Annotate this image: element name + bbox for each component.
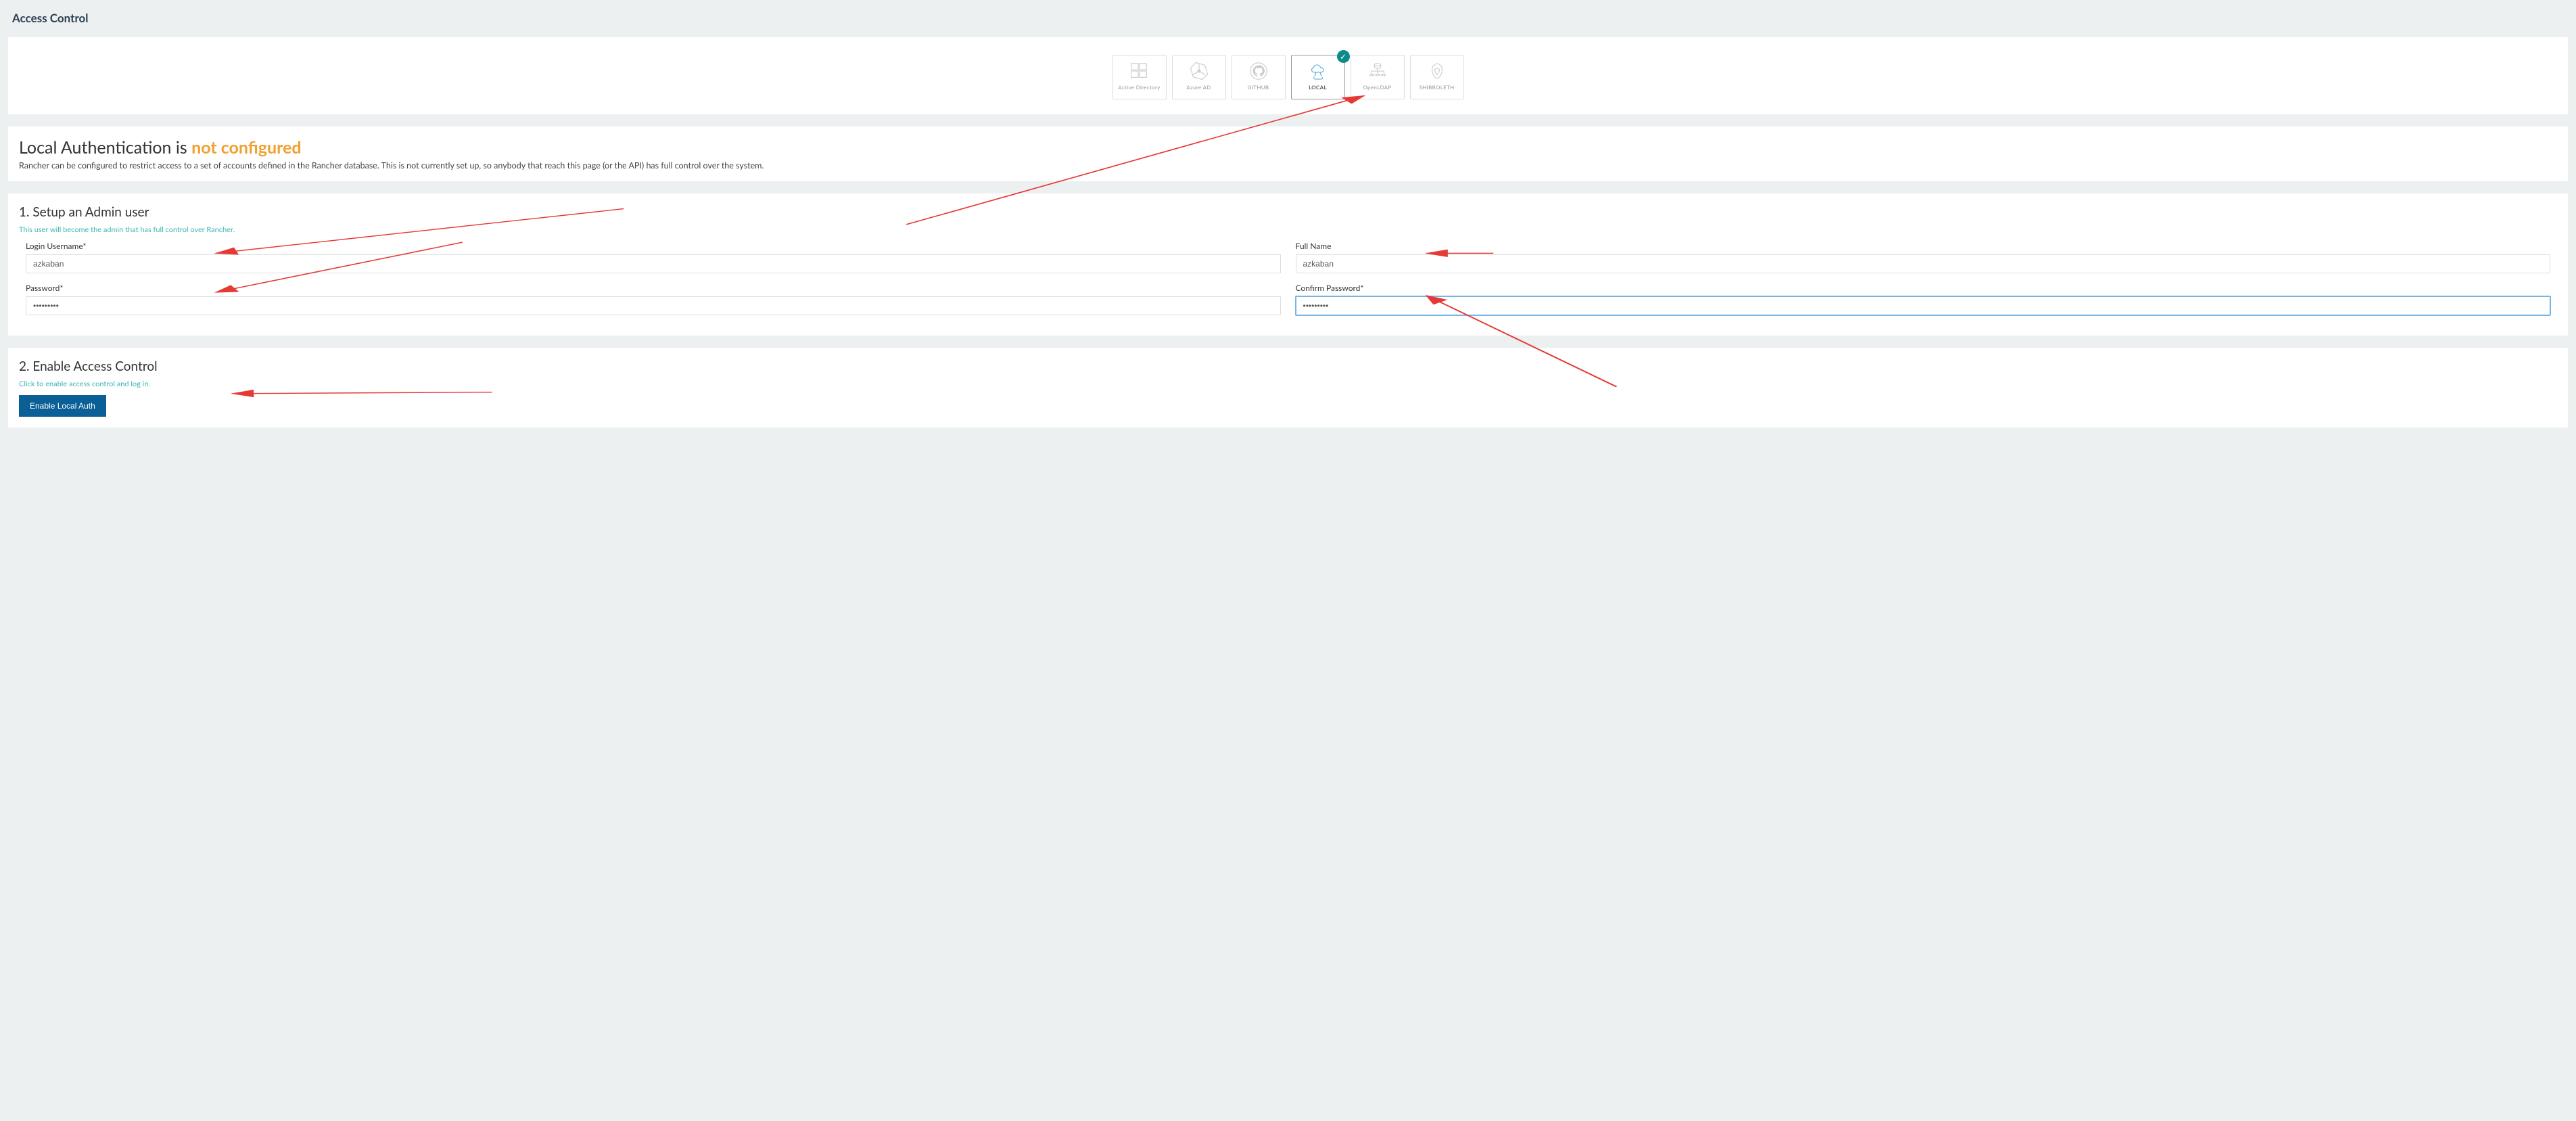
username-input[interactable]	[26, 254, 1281, 273]
step2-title: 2. Enable Access Control	[19, 359, 2557, 374]
page-title: Access Control	[12, 11, 2568, 25]
auth-tile-openldap[interactable]: OpenLDAP	[1351, 55, 1405, 99]
auth-tile-active-directory[interactable]: Active Directory	[1113, 55, 1167, 99]
ldap-tree-icon	[1367, 60, 1388, 83]
step2-panel: 2. Enable Access Control Click to enable…	[8, 348, 2568, 428]
username-label: Login Username*	[26, 241, 1281, 251]
shibboleth-icon	[1427, 60, 1447, 83]
github-icon	[1248, 60, 1269, 83]
password-input[interactable]	[26, 296, 1281, 315]
status-highlight: not configured	[191, 137, 301, 158]
step2-hint: Click to enable access control and log i…	[19, 380, 2557, 388]
check-icon: ✓	[1337, 50, 1350, 63]
auth-provider-panel: Active Directory Azure AD GITHUB ✓	[8, 37, 2568, 114]
tile-label: SHIBBOLETH	[1420, 84, 1455, 91]
enable-local-auth-button[interactable]: Enable Local Auth	[19, 395, 106, 417]
password-label: Password*	[26, 283, 1281, 293]
tile-label: Azure AD	[1186, 84, 1211, 91]
windows-icon	[1129, 60, 1150, 83]
tile-label: Active Directory	[1118, 84, 1160, 91]
confirm-password-label: Confirm Password*	[1296, 283, 2551, 293]
auth-tile-local[interactable]: ✓ LOCAL	[1291, 55, 1345, 99]
auth-tile-shibboleth[interactable]: SHIBBOLETH	[1410, 55, 1464, 99]
auth-tile-azure-ad[interactable]: Azure AD	[1172, 55, 1226, 99]
step1-panel: 1. Setup an Admin user This user will be…	[8, 193, 2568, 336]
step1-hint: This user will become the admin that has…	[19, 225, 2557, 234]
tile-label: GITHUB	[1248, 84, 1269, 91]
confirm-password-input[interactable]	[1296, 296, 2551, 315]
status-heading: Local Authentication is not configured	[19, 137, 2557, 158]
auth-tile-github[interactable]: GITHUB	[1232, 55, 1286, 99]
tile-label: LOCAL	[1309, 84, 1327, 91]
tile-label: OpenLDAP	[1363, 84, 1391, 91]
status-panel: Local Authentication is not configured R…	[8, 127, 2568, 181]
status-prefix: Local Authentication is	[19, 137, 191, 158]
step1-title: 1. Setup an Admin user	[19, 204, 2557, 220]
azure-icon	[1189, 60, 1209, 83]
fullname-input[interactable]	[1296, 254, 2551, 273]
status-description: Rancher can be configured to restrict ac…	[19, 160, 2557, 170]
fullname-label: Full Name	[1296, 241, 2551, 251]
cloud-hand-icon	[1307, 60, 1329, 83]
